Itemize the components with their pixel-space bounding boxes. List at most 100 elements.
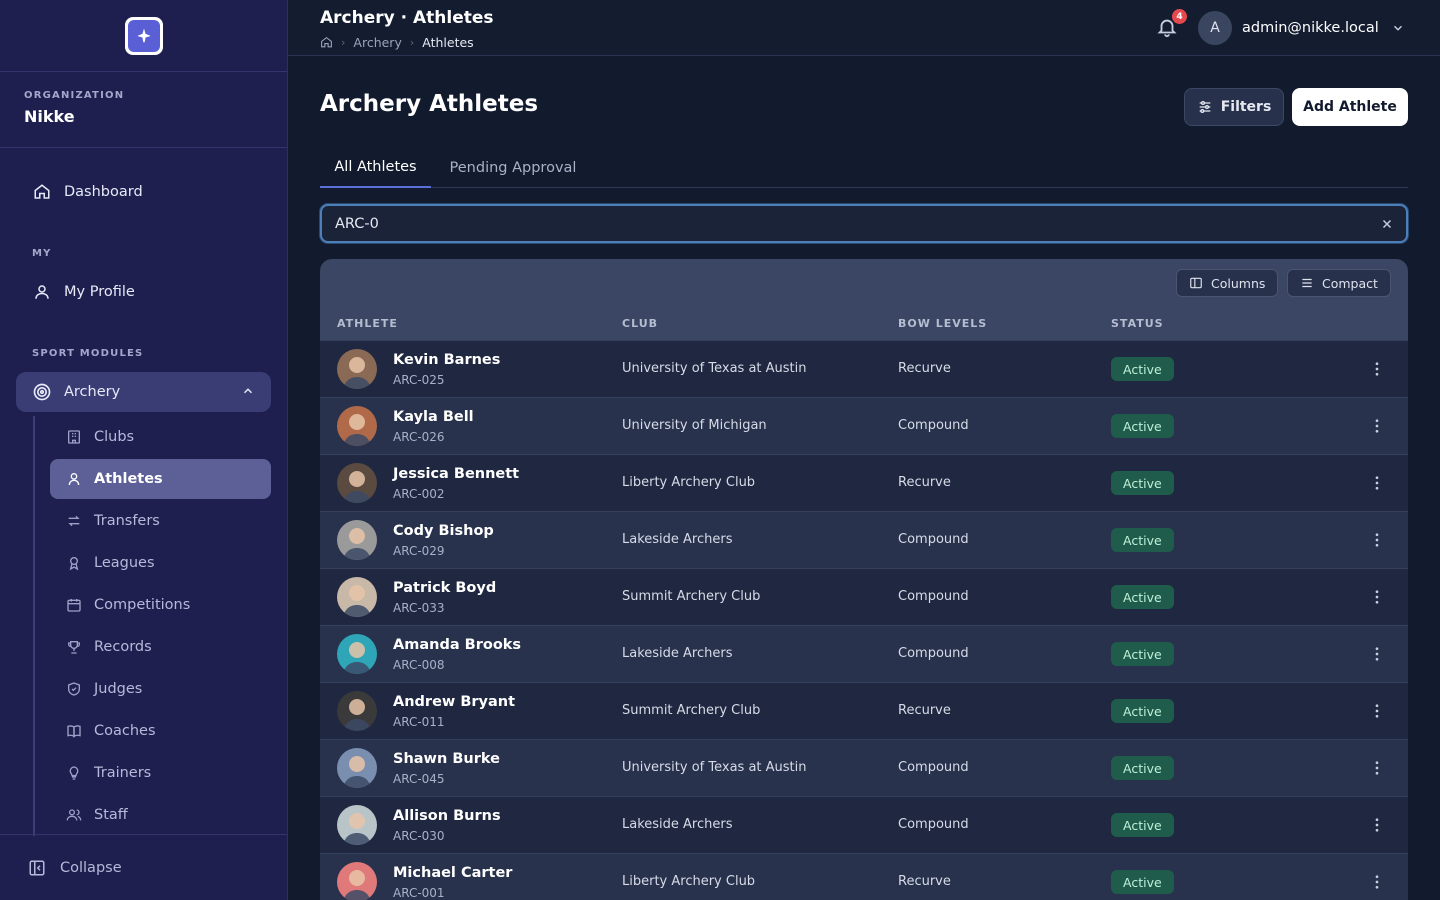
athlete-club: Summit Archery Club [622,703,761,718]
athlete-name[interactable]: Jessica Bennett [393,466,519,482]
more-options-icon[interactable] [1368,588,1386,606]
sidebar-item-transfers[interactable]: Transfers [50,501,271,541]
more-options-icon[interactable] [1368,360,1386,378]
sidebar-item-clubs[interactable]: Clubs [50,417,271,457]
columns-icon [1189,276,1203,290]
athlete-name[interactable]: Patrick Boyd [393,580,496,596]
page-title: Archery Athletes [320,91,539,117]
nav-dashboard[interactable]: Dashboard [16,172,271,212]
status-badge: Active [1111,528,1174,552]
home-icon[interactable] [320,36,333,49]
close-icon[interactable] [1380,217,1394,231]
athlete-avatar [337,691,377,731]
athlete-name[interactable]: Cody Bishop [393,523,494,539]
more-options-icon[interactable] [1368,417,1386,435]
table-row[interactable]: Andrew Bryant ARC-011 Summit Archery Clu… [320,682,1408,739]
my-section-label: MY [32,248,52,259]
athlete-avatar [337,520,377,560]
sidebar-item-athletes[interactable]: Athletes [50,459,271,499]
athlete-id: ARC-045 [393,772,445,786]
nav-my-profile[interactable]: My Profile [16,272,271,312]
sidebar-item-judges[interactable]: Judges [50,669,271,709]
organization-block[interactable]: ORGANIZATION Nikke [0,72,287,148]
sidebar: ORGANIZATION Nikke Dashboard MY My Profi… [0,0,288,900]
more-options-icon[interactable] [1368,759,1386,777]
search-input[interactable] [335,206,1335,241]
sidebar-item-competitions[interactable]: Competitions [50,585,271,625]
table-row[interactable]: Amanda Brooks ARC-008 Lakeside Archers C… [320,625,1408,682]
athlete-name[interactable]: Amanda Brooks [393,637,521,653]
transfer-icon [66,513,82,529]
athlete-bow-level: Recurve [898,874,951,889]
more-options-icon[interactable] [1368,474,1386,492]
sidebar-item-records[interactable]: Records [50,627,271,667]
more-options-icon[interactable] [1368,816,1386,834]
column-header-athlete[interactable]: ATHLETE [337,317,398,330]
athlete-name[interactable]: Allison Burns [393,808,501,824]
tab-all-athletes[interactable]: All Athletes [320,148,431,188]
sidebar-item-label: Clubs [94,429,135,445]
chevron-right-icon: › [409,36,415,49]
table-row[interactable]: Kayla Bell ARC-026 University of Michiga… [320,397,1408,454]
filters-button[interactable]: Filters [1184,88,1284,126]
table-row[interactable]: Jessica Bennett ARC-002 Liberty Archery … [320,454,1408,511]
athlete-avatar [337,406,377,446]
trophy-icon [66,639,82,655]
athlete-club: Liberty Archery Club [622,874,756,889]
sidebar-item-label: Trainers [94,765,152,781]
sidebar-item-label: Athletes [94,471,163,487]
tab-pending-approval[interactable]: Pending Approval [436,148,590,188]
organization-label: ORGANIZATION [24,90,125,101]
compact-button[interactable]: Compact [1287,269,1391,297]
nav-archery[interactable]: Archery [16,372,271,412]
app-logo[interactable] [124,16,163,55]
athlete-avatar [337,748,377,788]
athlete-name[interactable]: Andrew Bryant [393,694,515,710]
lightbulb-icon [66,765,82,781]
athlete-name[interactable]: Kayla Bell [393,409,474,425]
status-badge: Active [1111,699,1174,723]
columns-button[interactable]: Columns [1176,269,1279,297]
breadcrumb-archery[interactable]: Archery [353,35,401,50]
sidebar-item-staff[interactable]: Staff [50,795,271,835]
table-body: Kevin Barnes ARC-025 University of Texas… [320,340,1408,900]
athlete-name[interactable]: Shawn Burke [393,751,500,767]
more-options-icon[interactable] [1368,702,1386,720]
home-icon [32,182,52,202]
user-menu[interactable]: A admin@nikke.local [1198,10,1405,46]
chevron-down-icon [1391,21,1405,35]
more-options-icon[interactable] [1368,531,1386,549]
table-row[interactable]: Shawn Burke ARC-045 University of Texas … [320,739,1408,796]
award-icon [66,555,82,571]
column-header-bow-levels[interactable]: BOW LEVELS [898,317,987,330]
breadcrumb: › Archery › Athletes [320,35,474,50]
sidebar-item-coaches[interactable]: Coaches [50,711,271,751]
organization-name: Nikke [24,107,75,126]
window-title: Archery · Athletes [320,8,494,28]
athlete-bow-level: Recurve [898,703,951,718]
nav-archery-label: Archery [64,384,121,400]
column-header-status[interactable]: STATUS [1111,317,1164,330]
athlete-bow-level: Recurve [898,361,951,376]
more-options-icon[interactable] [1368,873,1386,891]
table-row[interactable]: Allison Burns ARC-030 Lakeside Archers C… [320,796,1408,853]
sidebar-item-leagues[interactable]: Leagues [50,543,271,583]
filters-label: Filters [1220,99,1272,115]
athlete-avatar [337,577,377,617]
column-header-club[interactable]: CLUB [622,317,658,330]
athlete-name[interactable]: Kevin Barnes [393,352,500,368]
athlete-id: ARC-030 [393,829,445,843]
table-row[interactable]: Cody Bishop ARC-029 Lakeside Archers Com… [320,511,1408,568]
sidebar-item-trainers[interactable]: Trainers [50,753,271,793]
table-row[interactable]: Kevin Barnes ARC-025 University of Texas… [320,340,1408,397]
add-athlete-button[interactable]: Add Athlete [1292,88,1408,126]
status-badge: Active [1111,756,1174,780]
sidebar-item-label: Transfers [94,513,160,529]
collapse-button[interactable]: Collapse [0,834,287,900]
athlete-name[interactable]: Michael Carter [393,865,512,881]
table-row[interactable]: Patrick Boyd ARC-033 Summit Archery Club… [320,568,1408,625]
sliders-icon [1197,99,1213,115]
collapse-label: Collapse [60,859,122,876]
table-row[interactable]: Michael Carter ARC-001 Liberty Archery C… [320,853,1408,900]
more-options-icon[interactable] [1368,645,1386,663]
